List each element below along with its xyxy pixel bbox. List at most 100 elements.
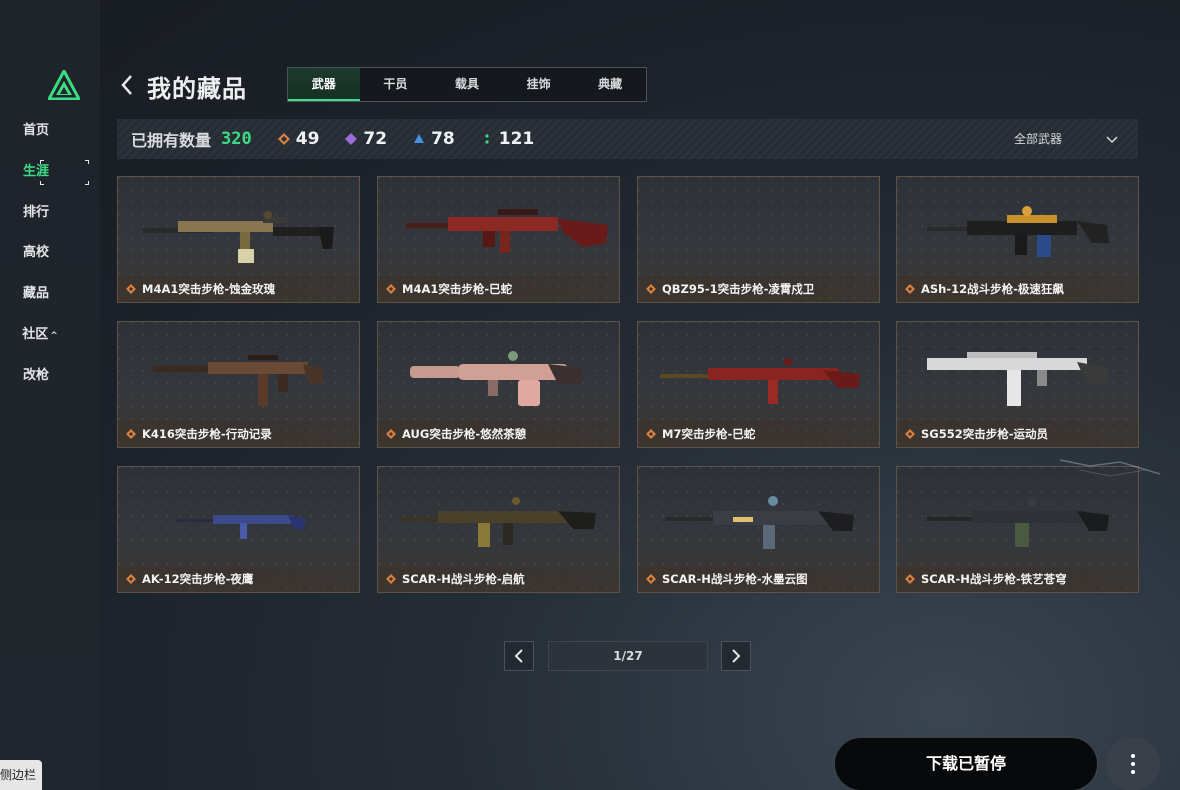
weapon-caption: ASh-12战斗步枪-极速狂飙 bbox=[897, 276, 1138, 302]
chevron-up-icon: ^ bbox=[50, 331, 58, 341]
collection-summary-bar: 已拥有数量 320 49 72 78 121 全部武器 bbox=[117, 119, 1138, 159]
weapon-card[interactable]: AUG突击步枪-悠然茶憩 bbox=[377, 321, 620, 448]
weapon-caption: K416突击步枪-行动记录 bbox=[118, 421, 359, 447]
next-page-button[interactable] bbox=[721, 641, 751, 671]
rarity-count: 121 bbox=[498, 129, 535, 149]
sidebar-item-community[interactable]: 社区 ^ bbox=[0, 322, 100, 348]
sidebar-item-label: 改枪 bbox=[22, 368, 49, 383]
rarity-count: 49 bbox=[295, 129, 320, 149]
weapon-image bbox=[176, 515, 306, 539]
weapon-caption: SG552突击步枪-运动员 bbox=[897, 421, 1138, 447]
rarity-count: 78 bbox=[431, 129, 455, 149]
rarity-diamond-icon bbox=[386, 284, 396, 294]
tab-weapons[interactable]: 武器 bbox=[288, 68, 360, 101]
sidebar: 首页 生涯 排行 高校 藏品 社区 ^ 改枪 bbox=[0, 0, 100, 790]
rarity-stat-blue: 78 bbox=[413, 129, 455, 149]
weapon-image bbox=[143, 211, 334, 263]
weapon-image bbox=[927, 352, 1109, 406]
filter-label: 全部武器 bbox=[1013, 132, 1062, 146]
weapon-card[interactable]: SCAR-H战斗步枪-铁艺苍穹 bbox=[896, 466, 1139, 593]
weapon-name: SG552突击步枪-运动员 bbox=[921, 427, 1048, 441]
weapon-caption: SCAR-H战斗步枪-铁艺苍穹 bbox=[897, 566, 1138, 592]
weapon-grid: M4A1突击步枪-蚀金玫瑰 M4A1突击步枪-巳蛇 QBZ95-1突击步枪-凌霄… bbox=[117, 176, 1139, 594]
weapon-caption: M4A1突击步枪-蚀金玫瑰 bbox=[118, 276, 359, 302]
rarity-diamond-icon bbox=[905, 429, 915, 439]
weapon-name: SCAR-H战斗步枪-铁艺苍穹 bbox=[921, 572, 1067, 586]
rarity-diamond-icon bbox=[386, 429, 396, 439]
rarity-diamond-icon bbox=[646, 429, 656, 439]
weapon-name: ASh-12战斗步枪-极速狂飙 bbox=[921, 282, 1064, 296]
rarity-diamond-icon bbox=[646, 574, 656, 584]
tab-operators[interactable]: 干员 bbox=[360, 68, 432, 101]
rarity-diamond-icon bbox=[126, 284, 136, 294]
download-status-button[interactable]: 下载已暂停 bbox=[833, 736, 1099, 790]
logo-icon bbox=[48, 70, 80, 100]
weapon-filter-dropdown[interactable]: 全部武器 bbox=[1014, 119, 1118, 159]
chevron-left-icon bbox=[514, 649, 523, 663]
weapon-card[interactable]: AK-12突击步枪-夜鹰 bbox=[117, 466, 360, 593]
weapon-card[interactable]: M4A1突击步枪-蚀金玫瑰 bbox=[117, 176, 360, 303]
weapon-image bbox=[927, 499, 1109, 547]
weapon-name: QBZ95-1突击步枪-凌霄戍卫 bbox=[662, 282, 815, 296]
weapon-card[interactable]: SCAR-H战斗步枪-启航 bbox=[377, 466, 620, 593]
chevron-right-icon bbox=[732, 649, 741, 663]
weapon-image bbox=[660, 358, 860, 404]
rarity-count: 72 bbox=[363, 129, 388, 149]
sidebar-item-home[interactable]: 首页 bbox=[0, 118, 100, 144]
sidebar-item-label: 高校 bbox=[22, 245, 49, 260]
weapon-name: M4A1突击步枪-巳蛇 bbox=[402, 282, 513, 296]
weapon-name: AK-12突击步枪-夜鹰 bbox=[142, 572, 254, 586]
weapon-name: M4A1突击步枪-蚀金玫瑰 bbox=[142, 282, 276, 296]
weapon-caption: M4A1突击步枪-巳蛇 bbox=[378, 276, 619, 302]
owned-count-value: 320 bbox=[221, 129, 252, 149]
chevron-down-icon bbox=[1106, 136, 1118, 144]
rarity-diamond-icon bbox=[646, 284, 656, 294]
weapon-image bbox=[410, 351, 583, 406]
weapon-name: AUG突击步枪-悠然茶憩 bbox=[402, 427, 527, 441]
weapon-name: SCAR-H战斗步枪-水墨云图 bbox=[662, 572, 808, 586]
owned-count-label: 已拥有数量 bbox=[131, 131, 212, 150]
weapon-card[interactable]: M4A1突击步枪-巳蛇 bbox=[377, 176, 620, 303]
sidebar-toggle-button[interactable]: 侧边栏 bbox=[0, 760, 42, 790]
weapon-card[interactable]: SCAR-H战斗步枪-水墨云图 bbox=[637, 466, 880, 593]
weapon-card[interactable]: K416突击步枪-行动记录 bbox=[117, 321, 360, 448]
tab-vehicles[interactable]: 载具 bbox=[431, 68, 503, 101]
rarity-diamond-icon bbox=[905, 284, 915, 294]
purple-diamond-icon bbox=[345, 133, 358, 145]
rarity-diamond-icon bbox=[386, 574, 396, 584]
more-options-button[interactable] bbox=[1106, 737, 1160, 790]
sidebar-item-label: 社区 bbox=[22, 327, 49, 342]
weapon-image bbox=[927, 206, 1109, 257]
weapon-caption: SCAR-H战斗步枪-水墨云图 bbox=[638, 566, 879, 592]
weapon-caption: AK-12突击步枪-夜鹰 bbox=[118, 566, 359, 592]
sidebar-item-college[interactable]: 高校 bbox=[0, 240, 100, 266]
sidebar-item-ranking[interactable]: 排行 bbox=[0, 200, 100, 226]
weapon-card[interactable]: ASh-12战斗步枪-极速狂飙 bbox=[896, 176, 1139, 303]
rarity-stat-green: 121 bbox=[481, 129, 535, 149]
rarity-stat-orange: 49 bbox=[277, 129, 320, 149]
sidebar-item-label: 生涯 bbox=[22, 164, 49, 179]
rarity-diamond-icon bbox=[126, 574, 136, 584]
sidebar-item-gunsmith[interactable]: 改枪 bbox=[0, 363, 100, 389]
weapon-image bbox=[400, 497, 596, 547]
rarity-diamond-icon bbox=[126, 429, 136, 439]
tab-collectibles[interactable]: 典藏 bbox=[574, 68, 646, 101]
more-vertical-icon bbox=[1131, 754, 1135, 758]
green-dots-icon bbox=[485, 134, 489, 144]
sidebar-item-label: 排行 bbox=[22, 205, 49, 220]
back-arrow-icon[interactable] bbox=[118, 70, 138, 100]
weapon-name: K416突击步枪-行动记录 bbox=[142, 427, 272, 441]
weapon-card[interactable]: QBZ95-1突击步枪-凌霄戍卫 bbox=[637, 176, 880, 303]
sidebar-item-career[interactable]: 生涯 bbox=[0, 159, 100, 185]
prev-page-button[interactable] bbox=[504, 641, 534, 671]
weapon-card[interactable]: SG552突击步枪-运动员 bbox=[896, 321, 1139, 448]
weapon-caption: AUG突击步枪-悠然茶憩 bbox=[378, 421, 619, 447]
sidebar-item-collection[interactable]: 藏品 bbox=[0, 281, 100, 307]
weapon-image bbox=[406, 209, 608, 253]
weapon-caption: M7突击步枪-巳蛇 bbox=[638, 421, 879, 447]
tab-charms[interactable]: 挂饰 bbox=[503, 68, 575, 101]
diamond-icon bbox=[277, 133, 290, 145]
weapon-caption: QBZ95-1突击步枪-凌霄戍卫 bbox=[638, 276, 879, 302]
weapon-card[interactable]: M7突击步枪-巳蛇 bbox=[637, 321, 880, 448]
sidebar-item-label: 藏品 bbox=[22, 286, 49, 301]
